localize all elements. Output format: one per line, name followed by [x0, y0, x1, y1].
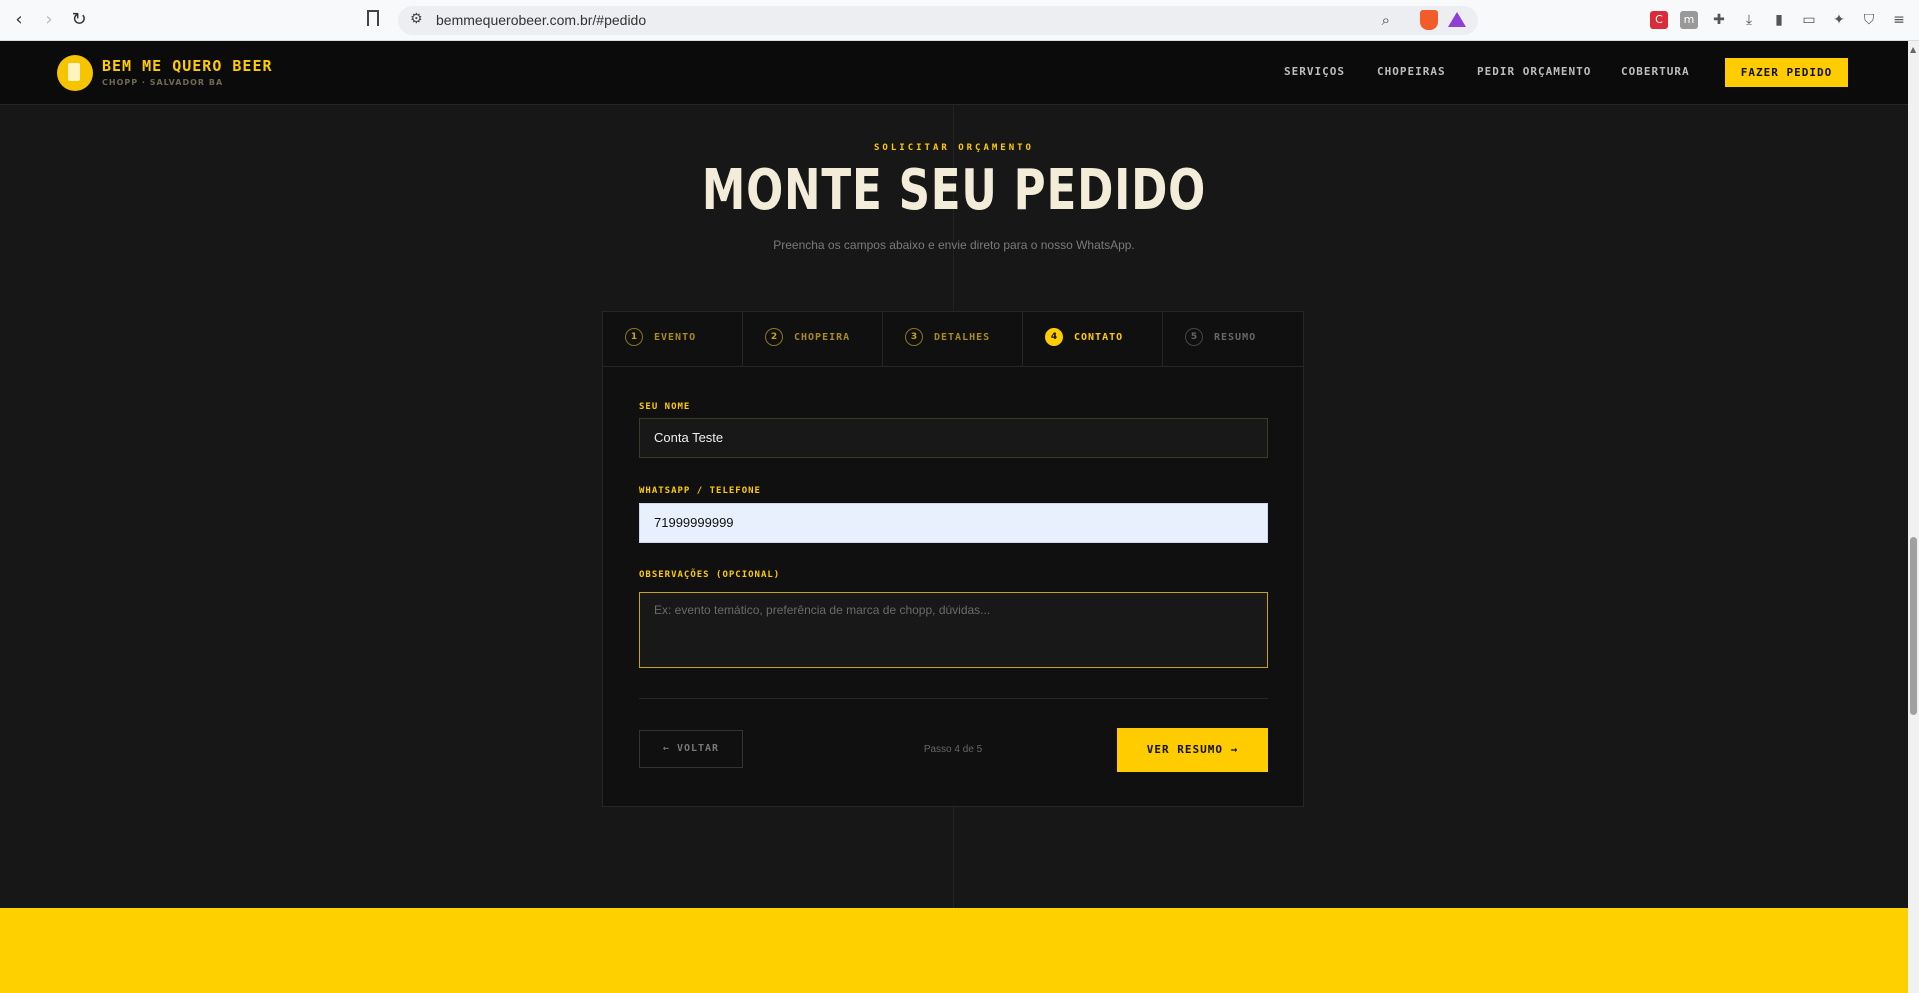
scrollbar-thumb[interactable]: [1910, 537, 1917, 715]
downloads-icon[interactable]: ⤓: [1740, 11, 1758, 29]
step-contato[interactable]: 4 CONTATO: [1023, 312, 1163, 366]
brand-tagline: CHOPP · SALVADOR BA: [102, 78, 224, 87]
step-number: 3: [905, 328, 923, 346]
extension-m-icon[interactable]: m: [1680, 11, 1698, 29]
step-number: 4: [1045, 328, 1063, 346]
stepper: 1 EVENTO 2 CHOPEIRA 3 DETALHES 4 CONTATO…: [603, 312, 1303, 367]
page-scrollbar[interactable]: ▲: [1908, 41, 1919, 993]
scroll-up-icon[interactable]: ▲: [1910, 45, 1916, 54]
wallet-icon[interactable]: ▭: [1800, 11, 1818, 29]
menu-icon[interactable]: ≡: [1890, 11, 1908, 29]
step-label: CONTATO: [1074, 332, 1124, 343]
name-label: SEU NOME: [639, 402, 691, 412]
step-number: 5: [1185, 328, 1203, 346]
name-input[interactable]: Conta Teste: [639, 418, 1268, 458]
page-title: MONTE SEU PEDIDO: [701, 158, 1207, 223]
zoom-icon[interactable]: ⌕: [1382, 11, 1390, 29]
step-number: 2: [765, 328, 783, 346]
site-header: BEM ME QUERO BEER CHOPP · SALVADOR BA SE…: [0, 41, 1908, 105]
vpn-shield-icon[interactable]: ⛉: [1860, 11, 1878, 29]
sidebar-icon[interactable]: ▮: [1770, 11, 1788, 29]
bookmark-icon[interactable]: [367, 10, 379, 26]
form-divider: [639, 698, 1268, 699]
step-label: EVENTO: [654, 332, 697, 343]
step-evento[interactable]: 1 EVENTO: [603, 312, 743, 366]
order-form-card: 1 EVENTO 2 CHOPEIRA 3 DETALHES 4 CONTATO…: [602, 311, 1304, 807]
reload-icon[interactable]: ↻: [68, 9, 90, 31]
url-text[interactable]: bemmequerobeer.com.br/#pedido: [436, 12, 646, 28]
nav-pedir-orcamento[interactable]: PEDIR ORÇAMENTO: [1477, 65, 1591, 78]
site-settings-icon[interactable]: ⚙: [410, 11, 423, 27]
step-detalhes[interactable]: 3 DETALHES: [883, 312, 1023, 366]
step-label: DETALHES: [934, 332, 991, 343]
address-bar[interactable]: ⚙ bemmequerobeer.com.br/#pedido ⌕: [398, 6, 1478, 35]
phone-label: WHATSAPP / TELEFONE: [639, 486, 761, 496]
brave-rewards-icon[interactable]: [1448, 12, 1466, 27]
nav-cobertura[interactable]: COBERTURA: [1621, 65, 1690, 78]
step-label: CHOPEIRA: [794, 332, 851, 343]
nav-servicos[interactable]: SERVIÇOS: [1284, 65, 1345, 78]
step-chopeira[interactable]: 2 CHOPEIRA: [743, 312, 883, 366]
browser-toolbar: ‹ › ↻ ⚙ bemmequerobeer.com.br/#pedido ⌕ …: [0, 0, 1919, 41]
brand-name[interactable]: BEM ME QUERO BEER: [102, 57, 273, 75]
back-icon[interactable]: ‹: [8, 9, 30, 31]
brave-shields-icon[interactable]: [1420, 10, 1438, 30]
step-label: RESUMO: [1214, 332, 1257, 343]
notes-label: OBSERVAÇÕES (OPCIONAL): [639, 570, 781, 580]
extensions-puzzle-icon[interactable]: ✚: [1710, 11, 1728, 29]
step-number: 1: [625, 328, 643, 346]
page-subtitle: Preencha os campos abaixo e envie direto…: [773, 238, 1135, 252]
fazer-pedido-button[interactable]: FAZER PEDIDO: [1725, 58, 1848, 87]
notes-textarea[interactable]: Ex: evento temático, preferência de marc…: [639, 592, 1268, 668]
next-section-band: [0, 908, 1908, 993]
leo-ai-icon[interactable]: ✦: [1830, 11, 1848, 29]
forward-icon[interactable]: ›: [38, 9, 60, 31]
extension-red-icon[interactable]: C: [1650, 11, 1668, 29]
step-resumo[interactable]: 5 RESUMO: [1163, 312, 1303, 366]
nav-chopeiras[interactable]: CHOPEIRAS: [1377, 65, 1446, 78]
ver-resumo-button[interactable]: VER RESUMO →: [1117, 728, 1268, 772]
section-eyebrow: SOLICITAR ORÇAMENTO: [874, 143, 1034, 153]
phone-input[interactable]: 71999999999: [639, 503, 1268, 543]
beer-mug-logo-icon[interactable]: [57, 55, 93, 91]
